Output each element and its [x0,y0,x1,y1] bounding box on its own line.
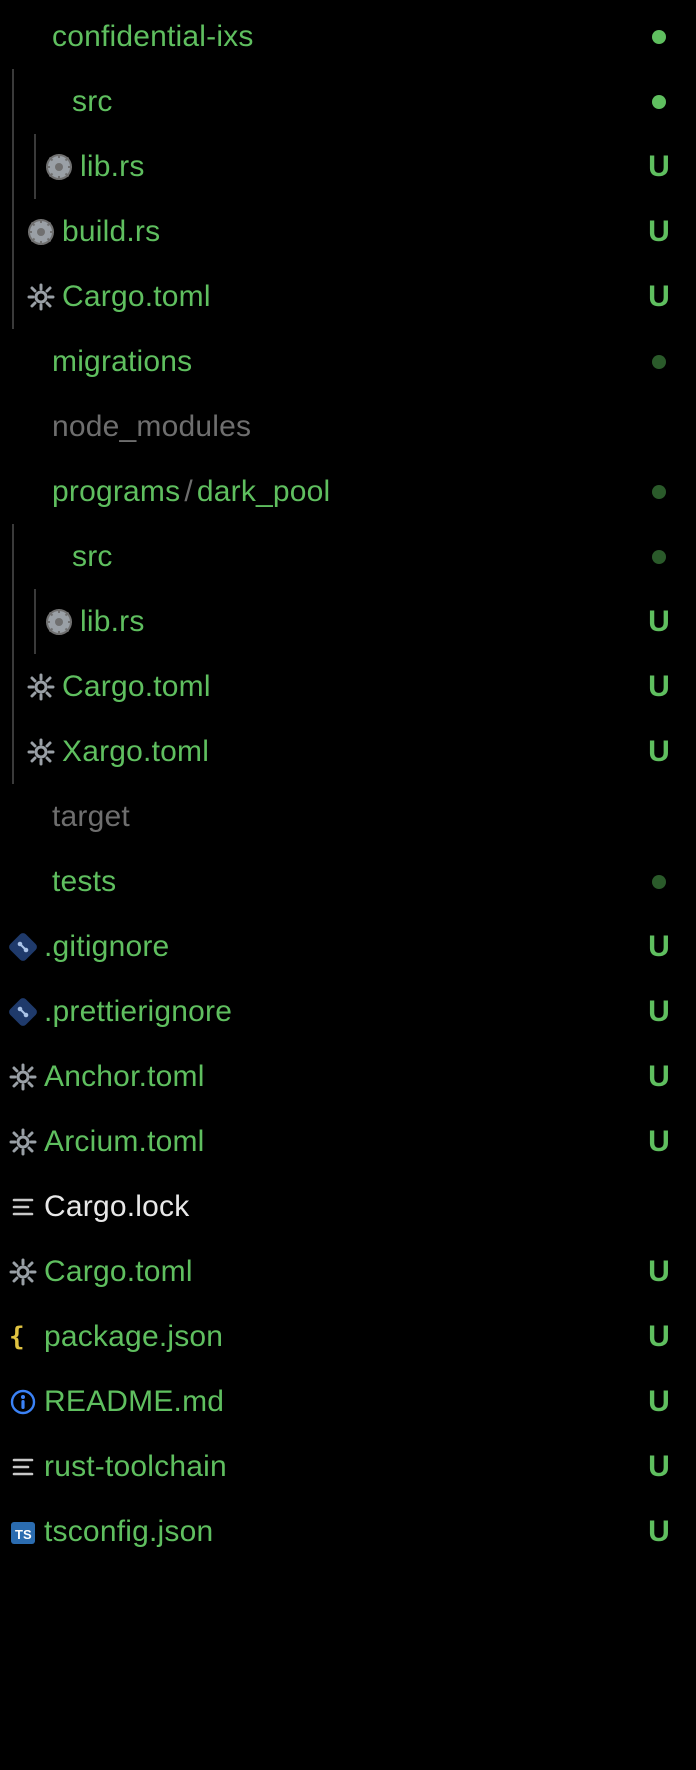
file-label: lib.rs [78,605,636,639]
file-label: Cargo.lock [42,1190,636,1224]
folder-programs-dark-pool-src[interactable]: src [0,524,696,589]
file-label: Cargo.toml [60,280,636,314]
chevron-down-icon [12,26,50,48]
status-untracked: U [636,605,696,639]
file-label: build.rs [60,215,636,249]
folder-label: programs/dark_pool [50,475,636,509]
rust-icon [22,218,60,246]
file-confidential-ixs-src-lib-rs[interactable]: lib.rs U [0,134,696,199]
file-label: lib.rs [78,150,636,184]
file-label: Arcium.toml [42,1125,636,1159]
status-untracked: U [636,670,696,704]
status-untracked: U [636,1125,696,1159]
status-dot-untracked [636,550,696,564]
chevron-right-icon [12,806,50,828]
folder-programs-dark-pool[interactable]: programs/dark_pool [0,459,696,524]
status-untracked: U [636,735,696,769]
status-untracked: U [636,1450,696,1484]
folder-label: target [50,800,636,834]
chevron-right-icon [12,871,50,893]
status-untracked: U [636,1515,696,1549]
file-label: tsconfig.json [42,1515,636,1549]
folder-label-segment: programs [52,475,180,508]
folder-label: src [70,85,636,119]
gear-icon [4,1128,42,1156]
status-untracked: U [636,995,696,1029]
file-label: package.json [42,1320,636,1354]
file-anchor-toml[interactable]: Anchor.toml U [0,1044,696,1109]
chevron-down-icon [32,91,70,113]
file-label: Cargo.toml [60,670,636,704]
file-prettierignore[interactable]: .prettierignore U [0,979,696,1044]
file-rust-toolchain[interactable]: rust-toolchain U [0,1434,696,1499]
json-icon [4,1323,42,1351]
info-icon [4,1388,42,1416]
status-untracked: U [636,215,696,249]
rust-icon [40,153,78,181]
path-separator: / [180,475,197,508]
folder-label: node_modules [50,410,636,444]
chevron-right-icon [12,351,50,373]
folder-label: src [70,540,636,574]
file-programs-dark-pool-xargo-toml[interactable]: Xargo.toml U [0,719,696,784]
status-untracked: U [636,1385,696,1419]
file-tsconfig-json[interactable]: tsconfig.json U [0,1499,696,1564]
gear-icon [4,1063,42,1091]
folder-confidential-ixs[interactable]: confidential-ixs [0,4,696,69]
file-label: Cargo.toml [42,1255,636,1289]
status-untracked: U [636,150,696,184]
folder-node-modules[interactable]: node_modules [0,394,696,459]
file-label: Anchor.toml [42,1060,636,1094]
file-label: .prettierignore [42,995,636,1029]
file-label: README.md [42,1385,636,1419]
file-confidential-ixs-build-rs[interactable]: build.rs U [0,199,696,264]
lines-icon [4,1193,42,1221]
status-dot-untracked [636,485,696,499]
folder-migrations[interactable]: migrations [0,329,696,394]
file-package-json[interactable]: package.json U [0,1304,696,1369]
status-dot-untracked [636,875,696,889]
file-programs-dark-pool-cargo-toml[interactable]: Cargo.toml U [0,654,696,719]
chevron-right-icon [12,416,50,438]
status-dot-untracked [636,355,696,369]
file-label: .gitignore [42,930,636,964]
file-label: Xargo.toml [60,735,636,769]
folder-label: confidential-ixs [50,20,636,54]
chevron-down-icon [32,546,70,568]
file-confidential-ixs-cargo-toml[interactable]: Cargo.toml U [0,264,696,329]
lines-icon [4,1453,42,1481]
status-untracked: U [636,1060,696,1094]
folder-tests[interactable]: tests [0,849,696,914]
folder-label: migrations [50,345,636,379]
typescript-icon [4,1518,42,1546]
git-icon [4,998,42,1026]
file-arcium-toml[interactable]: Arcium.toml U [0,1109,696,1174]
folder-confidential-ixs-src[interactable]: src [0,69,696,134]
status-untracked: U [636,930,696,964]
status-untracked: U [636,1255,696,1289]
file-label: rust-toolchain [42,1450,636,1484]
rust-icon [40,608,78,636]
status-dot-untracked [636,95,696,109]
folder-target[interactable]: target [0,784,696,849]
file-cargo-toml[interactable]: Cargo.toml U [0,1239,696,1304]
gear-icon [22,673,60,701]
gear-icon [4,1258,42,1286]
file-readme-md[interactable]: README.md U [0,1369,696,1434]
file-explorer-tree: confidential-ixs src lib.rs U build.rs U [0,0,696,1574]
folder-label: tests [50,865,636,899]
status-untracked: U [636,280,696,314]
status-dot-untracked [636,30,696,44]
file-gitignore[interactable]: .gitignore U [0,914,696,979]
file-programs-dark-pool-src-lib-rs[interactable]: lib.rs U [0,589,696,654]
folder-label-segment: dark_pool [197,475,331,508]
gear-icon [22,283,60,311]
file-cargo-lock[interactable]: Cargo.lock [0,1174,696,1239]
status-untracked: U [636,1320,696,1354]
gear-icon [22,738,60,766]
chevron-down-icon [12,481,50,503]
git-icon [4,933,42,961]
